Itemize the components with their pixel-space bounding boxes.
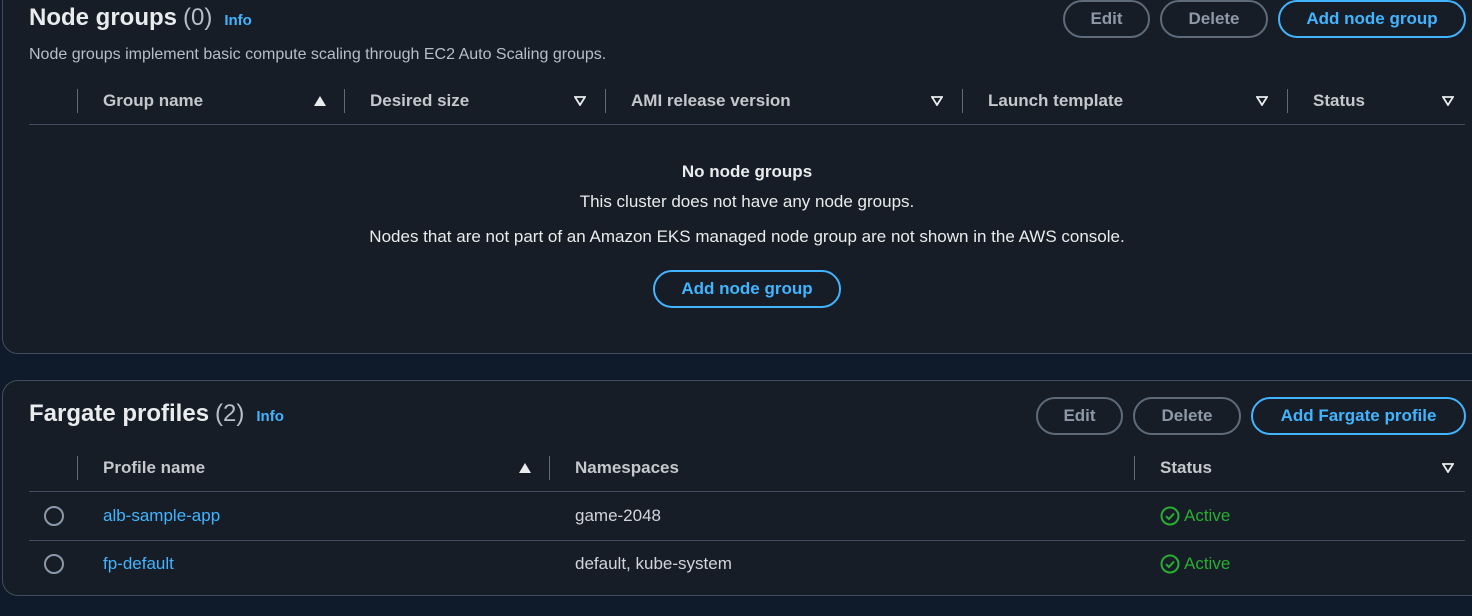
fargate-profiles-info-link[interactable]: Info bbox=[256, 408, 284, 425]
column-separator bbox=[605, 89, 606, 113]
empty-state-title: No node groups bbox=[681, 162, 813, 181]
sort-icon[interactable] bbox=[574, 96, 586, 106]
column-separator bbox=[344, 89, 345, 113]
fargate-edit-button[interactable]: Edit bbox=[1036, 397, 1123, 435]
column-separator bbox=[1287, 89, 1288, 113]
status-badge: Active bbox=[1160, 506, 1230, 526]
check-circle-icon bbox=[1160, 506, 1180, 526]
node-groups-delete-button[interactable]: Delete bbox=[1160, 0, 1268, 38]
empty-state-line-2: Nodes that are not part of an Amazon EKS… bbox=[369, 227, 1125, 246]
fargate-profiles-title: Fargate profiles bbox=[29, 400, 210, 427]
add-fargate-profile-button[interactable]: Add Fargate profile bbox=[1251, 397, 1466, 435]
empty-state-line-1: This cluster does not have any node grou… bbox=[579, 192, 915, 211]
col-status[interactable]: Status bbox=[1313, 89, 1365, 113]
status-text: Active bbox=[1184, 506, 1231, 525]
node-groups-description: Node groups implement basic compute scal… bbox=[29, 46, 607, 63]
node-groups-header: Node groups (0) Info bbox=[29, 4, 252, 32]
row-select-radio[interactable] bbox=[44, 554, 64, 574]
add-node-group-button[interactable]: Add node group bbox=[1278, 0, 1466, 38]
sort-ascending-icon[interactable] bbox=[519, 463, 531, 473]
profile-name-link[interactable]: fp-default bbox=[103, 554, 174, 574]
node-groups-count: (0) bbox=[183, 4, 213, 31]
col-desired-size[interactable]: Desired size bbox=[370, 89, 469, 113]
sort-icon[interactable] bbox=[1442, 463, 1454, 473]
col-status[interactable]: Status bbox=[1160, 456, 1212, 480]
column-separator bbox=[77, 89, 78, 113]
sort-icon[interactable] bbox=[931, 96, 943, 106]
profile-namespaces: game-2048 bbox=[575, 506, 662, 525]
fargate-delete-button[interactable]: Delete bbox=[1133, 397, 1241, 435]
col-profile-name[interactable]: Profile name bbox=[103, 456, 205, 480]
empty-state-add-node-group-button[interactable]: Add node group bbox=[653, 270, 841, 308]
column-separator bbox=[549, 456, 550, 480]
profile-name-link[interactable]: alb-sample-app bbox=[103, 506, 220, 526]
col-launch-template[interactable]: Launch template bbox=[988, 89, 1123, 113]
status-text: Active bbox=[1184, 554, 1231, 573]
row-divider bbox=[29, 540, 1465, 541]
check-circle-icon bbox=[1160, 554, 1180, 574]
sort-icon[interactable] bbox=[1442, 96, 1454, 106]
node-groups-title: Node groups bbox=[29, 4, 177, 31]
sort-icon[interactable] bbox=[1256, 96, 1268, 106]
node-groups-info-link[interactable]: Info bbox=[224, 12, 252, 29]
table-header-divider bbox=[29, 491, 1465, 492]
fargate-profiles-count: (2) bbox=[215, 400, 245, 427]
row-select-radio[interactable] bbox=[44, 506, 64, 526]
profile-namespaces: default, kube-system bbox=[575, 554, 732, 573]
node-groups-edit-button[interactable]: Edit bbox=[1063, 0, 1150, 38]
col-namespaces: Namespaces bbox=[575, 458, 679, 477]
fargate-profiles-header: Fargate profiles (2) Info bbox=[29, 400, 284, 428]
table-header-divider bbox=[29, 124, 1465, 125]
col-ami-release-version[interactable]: AMI release version bbox=[631, 89, 791, 113]
column-separator bbox=[962, 89, 963, 113]
status-badge: Active bbox=[1160, 554, 1230, 574]
col-group-name[interactable]: Group name bbox=[103, 89, 203, 113]
sort-ascending-icon[interactable] bbox=[314, 96, 326, 106]
column-separator bbox=[77, 456, 78, 480]
column-separator bbox=[1134, 456, 1135, 480]
